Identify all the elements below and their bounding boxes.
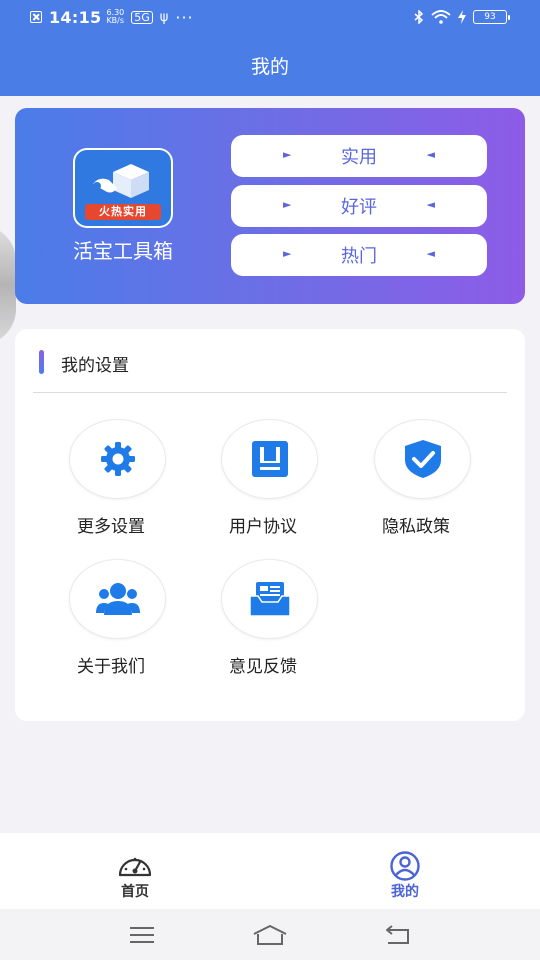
settings-item-about-us[interactable]: 关于我们	[35, 559, 187, 689]
network-speed-unit: KB/s	[106, 16, 125, 25]
divider	[33, 392, 507, 393]
home-icon[interactable]	[252, 924, 288, 946]
settings-card: 我的设置 更多设置 用户协议 隐私政策 关于我们 意见反馈	[15, 329, 525, 721]
system-nav-bar	[0, 909, 540, 960]
page-header: 我的	[0, 34, 540, 96]
settings-item-label: 用户协议	[229, 517, 297, 537]
settings-item-label: 意见反馈	[229, 657, 297, 677]
tab-label: 首页	[121, 884, 149, 900]
charging-icon	[458, 10, 466, 24]
settings-item-more-settings[interactable]: 更多设置	[35, 419, 187, 549]
icon-circle	[69, 559, 166, 639]
settings-item-feedback[interactable]: 意见反馈	[187, 559, 339, 689]
pill-label: 热门	[341, 246, 377, 267]
inbox-icon	[248, 582, 291, 617]
arrow-right-icon: ►	[283, 198, 292, 211]
users-icon	[95, 583, 140, 615]
pill-button-good-review[interactable]: ► 好评 ◄	[231, 185, 487, 227]
icon-circle	[69, 419, 166, 499]
notification-x-icon	[30, 11, 42, 23]
icon-circle	[221, 559, 318, 639]
pill-button-popular[interactable]: ► 热门 ◄	[231, 234, 487, 276]
arrow-left-icon: ◄	[426, 247, 435, 260]
status-time: 14:15	[49, 7, 102, 27]
icon-circle	[374, 419, 471, 499]
battery-indicator: 93	[473, 10, 510, 24]
floating-edge-handle[interactable]	[0, 225, 16, 345]
settings-item-privacy-policy[interactable]: 隐私政策	[340, 419, 492, 549]
settings-item-label: 更多设置	[77, 517, 145, 537]
settings-item-label: 隐私政策	[382, 517, 450, 537]
user-circle-icon	[390, 851, 420, 881]
app-name: 活宝工具箱	[73, 239, 173, 263]
section-title: 我的设置	[61, 356, 129, 376]
icon-circle	[221, 419, 318, 499]
usb-icon: ψ	[159, 9, 169, 25]
shield-check-icon	[404, 440, 441, 478]
network-speed: 6.30 KB/s	[106, 9, 124, 25]
page-title: 我的	[250, 55, 289, 78]
app-banner: 火热实用 活宝工具箱 ► 实用 ◄ ► 好评 ◄ ► 热门 ◄	[15, 108, 525, 304]
menu-icon[interactable]	[128, 925, 156, 945]
arrow-right-icon: ►	[283, 148, 292, 161]
back-icon[interactable]	[384, 924, 412, 946]
battery-tip	[508, 14, 510, 20]
arrow-left-icon: ◄	[426, 198, 435, 211]
bottom-tab-bar: 首页 我的	[0, 833, 540, 909]
logo-tag: 火热实用	[85, 204, 161, 220]
battery-level: 93	[473, 10, 507, 24]
status-right: 93	[414, 10, 510, 24]
pill-button-practical[interactable]: ► 实用 ◄	[231, 135, 487, 177]
pill-label: 好评	[341, 197, 377, 218]
settings-item-label: 关于我们	[77, 657, 145, 677]
document-icon	[251, 441, 288, 477]
dashboard-icon	[118, 857, 152, 877]
tab-home[interactable]: 首页	[0, 833, 270, 909]
arrow-right-icon: ►	[283, 247, 292, 260]
status-left: 14:15 6.30 KB/s 5G ψ ···	[30, 8, 194, 27]
section-accent-bar	[39, 350, 44, 374]
status-bar: 14:15 6.30 KB/s 5G ψ ··· 93	[0, 0, 540, 34]
wifi-icon	[431, 10, 451, 24]
tab-label: 我的	[391, 884, 419, 900]
network-badge: 5G	[131, 10, 153, 24]
more-dots-icon: ···	[175, 7, 194, 27]
gear-icon	[100, 442, 135, 476]
bluetooth-icon	[414, 10, 424, 24]
settings-item-user-agreement[interactable]: 用户协议	[187, 419, 339, 549]
app-logo: 火热实用	[73, 148, 173, 228]
tab-mine[interactable]: 我的	[270, 833, 540, 909]
pill-label: 实用	[341, 147, 377, 168]
arrow-left-icon: ◄	[426, 148, 435, 161]
